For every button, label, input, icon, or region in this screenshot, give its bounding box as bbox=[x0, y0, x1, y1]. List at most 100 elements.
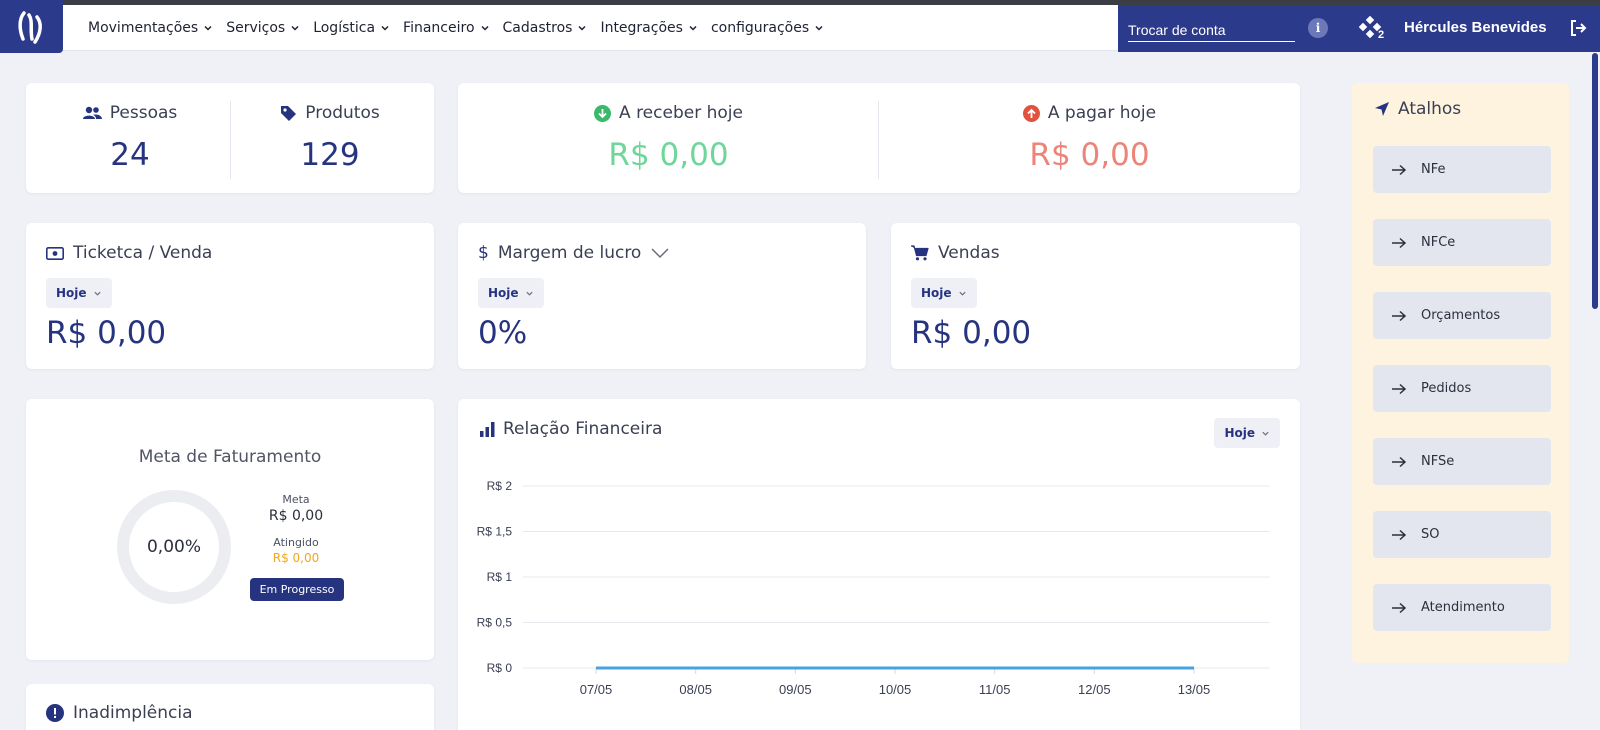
shortcut-atendimento[interactable]: Atendimento bbox=[1373, 584, 1551, 631]
apps-button[interactable]: 2 bbox=[1358, 15, 1388, 44]
people-stat[interactable]: Pessoas 24 bbox=[26, 83, 234, 193]
x-tick-label: 09/05 bbox=[779, 682, 812, 697]
arrow-up-circle-icon bbox=[1022, 104, 1040, 122]
sales-title: Vendas bbox=[938, 243, 1000, 263]
margin-title: Margem de lucro bbox=[497, 243, 642, 263]
arrow-right-icon bbox=[1392, 383, 1407, 394]
menu-integracoes[interactable]: Integrações bbox=[600, 20, 698, 36]
menu-financeiro[interactable]: Financeiro bbox=[403, 20, 489, 36]
ticket-period-select[interactable]: Hoje bbox=[46, 278, 112, 308]
menu-label: Movimentações bbox=[88, 20, 199, 36]
users-icon bbox=[82, 106, 102, 119]
menu-servicos[interactable]: Serviços bbox=[226, 20, 300, 36]
goal-reached-value: R$ 0,00 bbox=[272, 551, 320, 565]
y-tick-label: R$ 0,5 bbox=[477, 616, 513, 630]
margin-value: 0% bbox=[478, 315, 528, 351]
arrow-right-icon bbox=[1392, 602, 1407, 613]
main-menu: Movimentações Serviços Logística Finance… bbox=[88, 5, 837, 51]
people-products-card: Pessoas 24 Produtos 129 bbox=[26, 83, 434, 193]
x-tick-label: 07/05 bbox=[580, 682, 613, 697]
apps-count-badge: 2 bbox=[1378, 29, 1385, 41]
chevron-down-icon bbox=[291, 25, 299, 31]
products-stat[interactable]: Produtos 129 bbox=[226, 83, 434, 193]
chevron-down-icon bbox=[93, 291, 101, 296]
location-arrow-icon bbox=[1375, 102, 1389, 116]
app-logo[interactable] bbox=[0, 0, 63, 53]
receive-amount: R$ 0,00 bbox=[608, 137, 729, 173]
menu-label: Logística bbox=[313, 20, 376, 36]
margin-period-select[interactable]: Hoje bbox=[478, 278, 544, 308]
receive-today[interactable]: A receber hoje R$ 0,00 bbox=[458, 83, 879, 193]
menu-logistica[interactable]: Logística bbox=[313, 20, 390, 36]
pay-label: A pagar hoje bbox=[1047, 103, 1157, 123]
period-label: Hoje bbox=[56, 286, 87, 300]
shortcut-pedidos[interactable]: Pedidos bbox=[1373, 365, 1551, 412]
receivables-payables-card: A receber hoje R$ 0,00 A pagar hoje R$ 0… bbox=[458, 83, 1300, 193]
dollar-icon: $ bbox=[478, 243, 489, 263]
ticket-title: Ticketca / Venda bbox=[73, 243, 213, 263]
arrow-right-icon bbox=[1392, 164, 1407, 175]
info-icon[interactable]: i bbox=[1308, 18, 1328, 38]
financial-chart-card: Relação Financeira Hoje R$ 2 R$ 1,5 R$ 1 R$… bbox=[458, 399, 1300, 730]
overdue-title: Inadimplência bbox=[73, 703, 193, 723]
y-tick-label: R$ 0 bbox=[487, 661, 513, 675]
revenue-goal-card: Meta de Faturamento 0,00% Meta R$ 0,00 A… bbox=[26, 399, 434, 660]
shortcut-label: NFCe bbox=[1421, 235, 1456, 250]
arrow-right-icon bbox=[1392, 310, 1407, 321]
y-tick-label: R$ 1,5 bbox=[477, 525, 513, 539]
shortcut-nfe[interactable]: NFe bbox=[1373, 146, 1551, 193]
shortcut-label: NFSe bbox=[1421, 454, 1455, 469]
chevron-down-icon bbox=[689, 25, 697, 31]
chevron-down-icon bbox=[815, 25, 823, 31]
arrow-down-circle-icon bbox=[594, 104, 612, 122]
chevron-down-icon[interactable] bbox=[650, 247, 670, 259]
shortcut-label: SO bbox=[1421, 527, 1440, 542]
financial-line-chart: R$ 2 R$ 1,5 R$ 1 R$ 0,5 R$ 0 07/05 08/05 09/05 1… bbox=[477, 479, 1270, 697]
receive-label: A receber hoje bbox=[619, 103, 743, 123]
goal-percent: 0,00% bbox=[146, 537, 201, 557]
ticket-card: Ticketca / Venda Hoje R$ 0,00 bbox=[26, 223, 434, 369]
shortcuts-panel: Atalhos NFe NFCe Orçamentos Pedidos NFSe… bbox=[1352, 83, 1569, 663]
switch-account-input[interactable] bbox=[1128, 18, 1295, 42]
products-count: 129 bbox=[300, 137, 360, 173]
user-name[interactable]: Hércules Benevides bbox=[1404, 19, 1547, 36]
sales-card: Vendas Hoje R$ 0,00 bbox=[891, 223, 1300, 369]
shortcut-nfce[interactable]: NFCe bbox=[1373, 219, 1551, 266]
period-label: Hoje bbox=[488, 286, 519, 300]
overdue-card: Inadimplência bbox=[26, 684, 434, 730]
shortcut-nfse[interactable]: NFSe bbox=[1373, 438, 1551, 485]
sales-value: R$ 0,00 bbox=[911, 315, 1032, 351]
logout-icon[interactable] bbox=[1568, 18, 1588, 38]
menu-label: Integrações bbox=[600, 20, 683, 36]
profit-margin-card: $ Margem de lucro Hoje 0% bbox=[458, 223, 866, 369]
page-scrollbar[interactable] bbox=[1592, 53, 1598, 309]
x-tick-label: 11/05 bbox=[979, 682, 1011, 697]
pay-today[interactable]: A pagar hoje R$ 0,00 bbox=[879, 83, 1300, 193]
shortcuts-title: Atalhos bbox=[1398, 99, 1462, 119]
x-tick-label: 13/05 bbox=[1178, 682, 1211, 697]
goal-status-badge: Em Progresso bbox=[250, 578, 344, 601]
exclamation-circle-icon bbox=[46, 704, 64, 722]
shortcut-so[interactable]: SO bbox=[1373, 511, 1551, 558]
shortcut-orcamentos[interactable]: Orçamentos bbox=[1373, 292, 1551, 339]
menu-label: configurações bbox=[710, 20, 810, 36]
arrow-right-icon bbox=[1392, 456, 1407, 467]
menu-configuracoes[interactable]: configurações bbox=[711, 20, 824, 36]
menu-label: Serviços bbox=[226, 20, 286, 36]
x-tick-label: 12/05 bbox=[1078, 682, 1111, 697]
y-tick-label: R$ 2 bbox=[487, 479, 513, 493]
goal-reached-label: Atingido bbox=[273, 536, 319, 549]
menu-label: Financeiro bbox=[403, 20, 475, 36]
menu-label: Cadastros bbox=[502, 20, 573, 36]
sales-period-select[interactable]: Hoje bbox=[911, 278, 977, 308]
period-label: Hoje bbox=[921, 286, 952, 300]
people-label: Pessoas bbox=[109, 103, 178, 123]
shortcut-label: NFe bbox=[1421, 162, 1446, 177]
chevron-down-icon bbox=[480, 25, 489, 31]
money-bill-icon bbox=[46, 246, 64, 260]
menu-cadastros[interactable]: Cadastros bbox=[503, 20, 588, 36]
chevron-down-icon bbox=[381, 25, 389, 31]
goal-meta-value: R$ 0,00 bbox=[268, 508, 324, 524]
arrow-right-icon bbox=[1392, 529, 1407, 540]
menu-movimentacoes[interactable]: Movimentações bbox=[88, 20, 213, 36]
